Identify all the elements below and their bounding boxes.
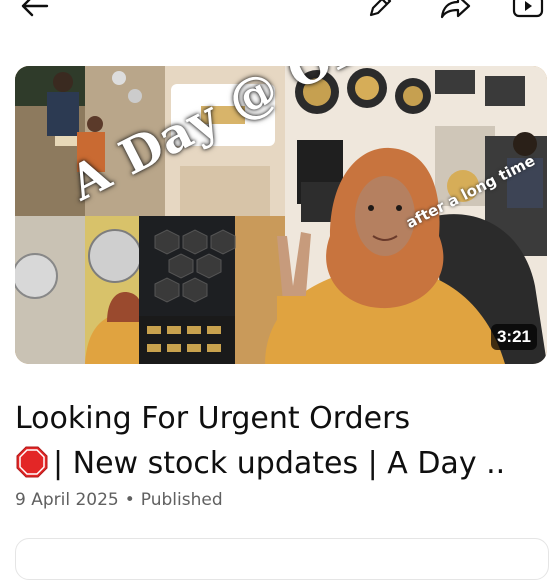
- video-thumbnail[interactable]: A Day @ Office after a long time 3:21: [15, 66, 547, 364]
- video-title[interactable]: Looking For Urgent Orders | New stock up…: [15, 396, 555, 486]
- arrow-left-icon: [21, 0, 49, 17]
- video-title-line-2: | New stock updates | A Day ..: [15, 441, 555, 486]
- publish-date: 9 April 2025: [15, 490, 119, 510]
- visibility-status: Published: [140, 490, 223, 510]
- video-title-line-1: Looking For Urgent Orders: [15, 401, 411, 436]
- youtube-button[interactable]: [508, 0, 548, 24]
- meta-separator: •: [124, 490, 135, 510]
- youtube-play-icon: [512, 0, 544, 18]
- video-title-line-2-text: | New stock updates | A Day ..: [53, 446, 506, 481]
- edit-button[interactable]: [360, 0, 400, 24]
- pencil-icon: [369, 0, 392, 17]
- share-button[interactable]: [436, 0, 476, 24]
- share-icon: [440, 0, 471, 19]
- top-app-bar: [0, 0, 560, 30]
- stop-sign-icon: [16, 446, 48, 478]
- duration-badge: 3:21: [490, 324, 537, 350]
- video-meta: 9 April 2025 • Published: [15, 490, 223, 510]
- back-button[interactable]: [14, 0, 54, 24]
- details-card: [15, 538, 549, 580]
